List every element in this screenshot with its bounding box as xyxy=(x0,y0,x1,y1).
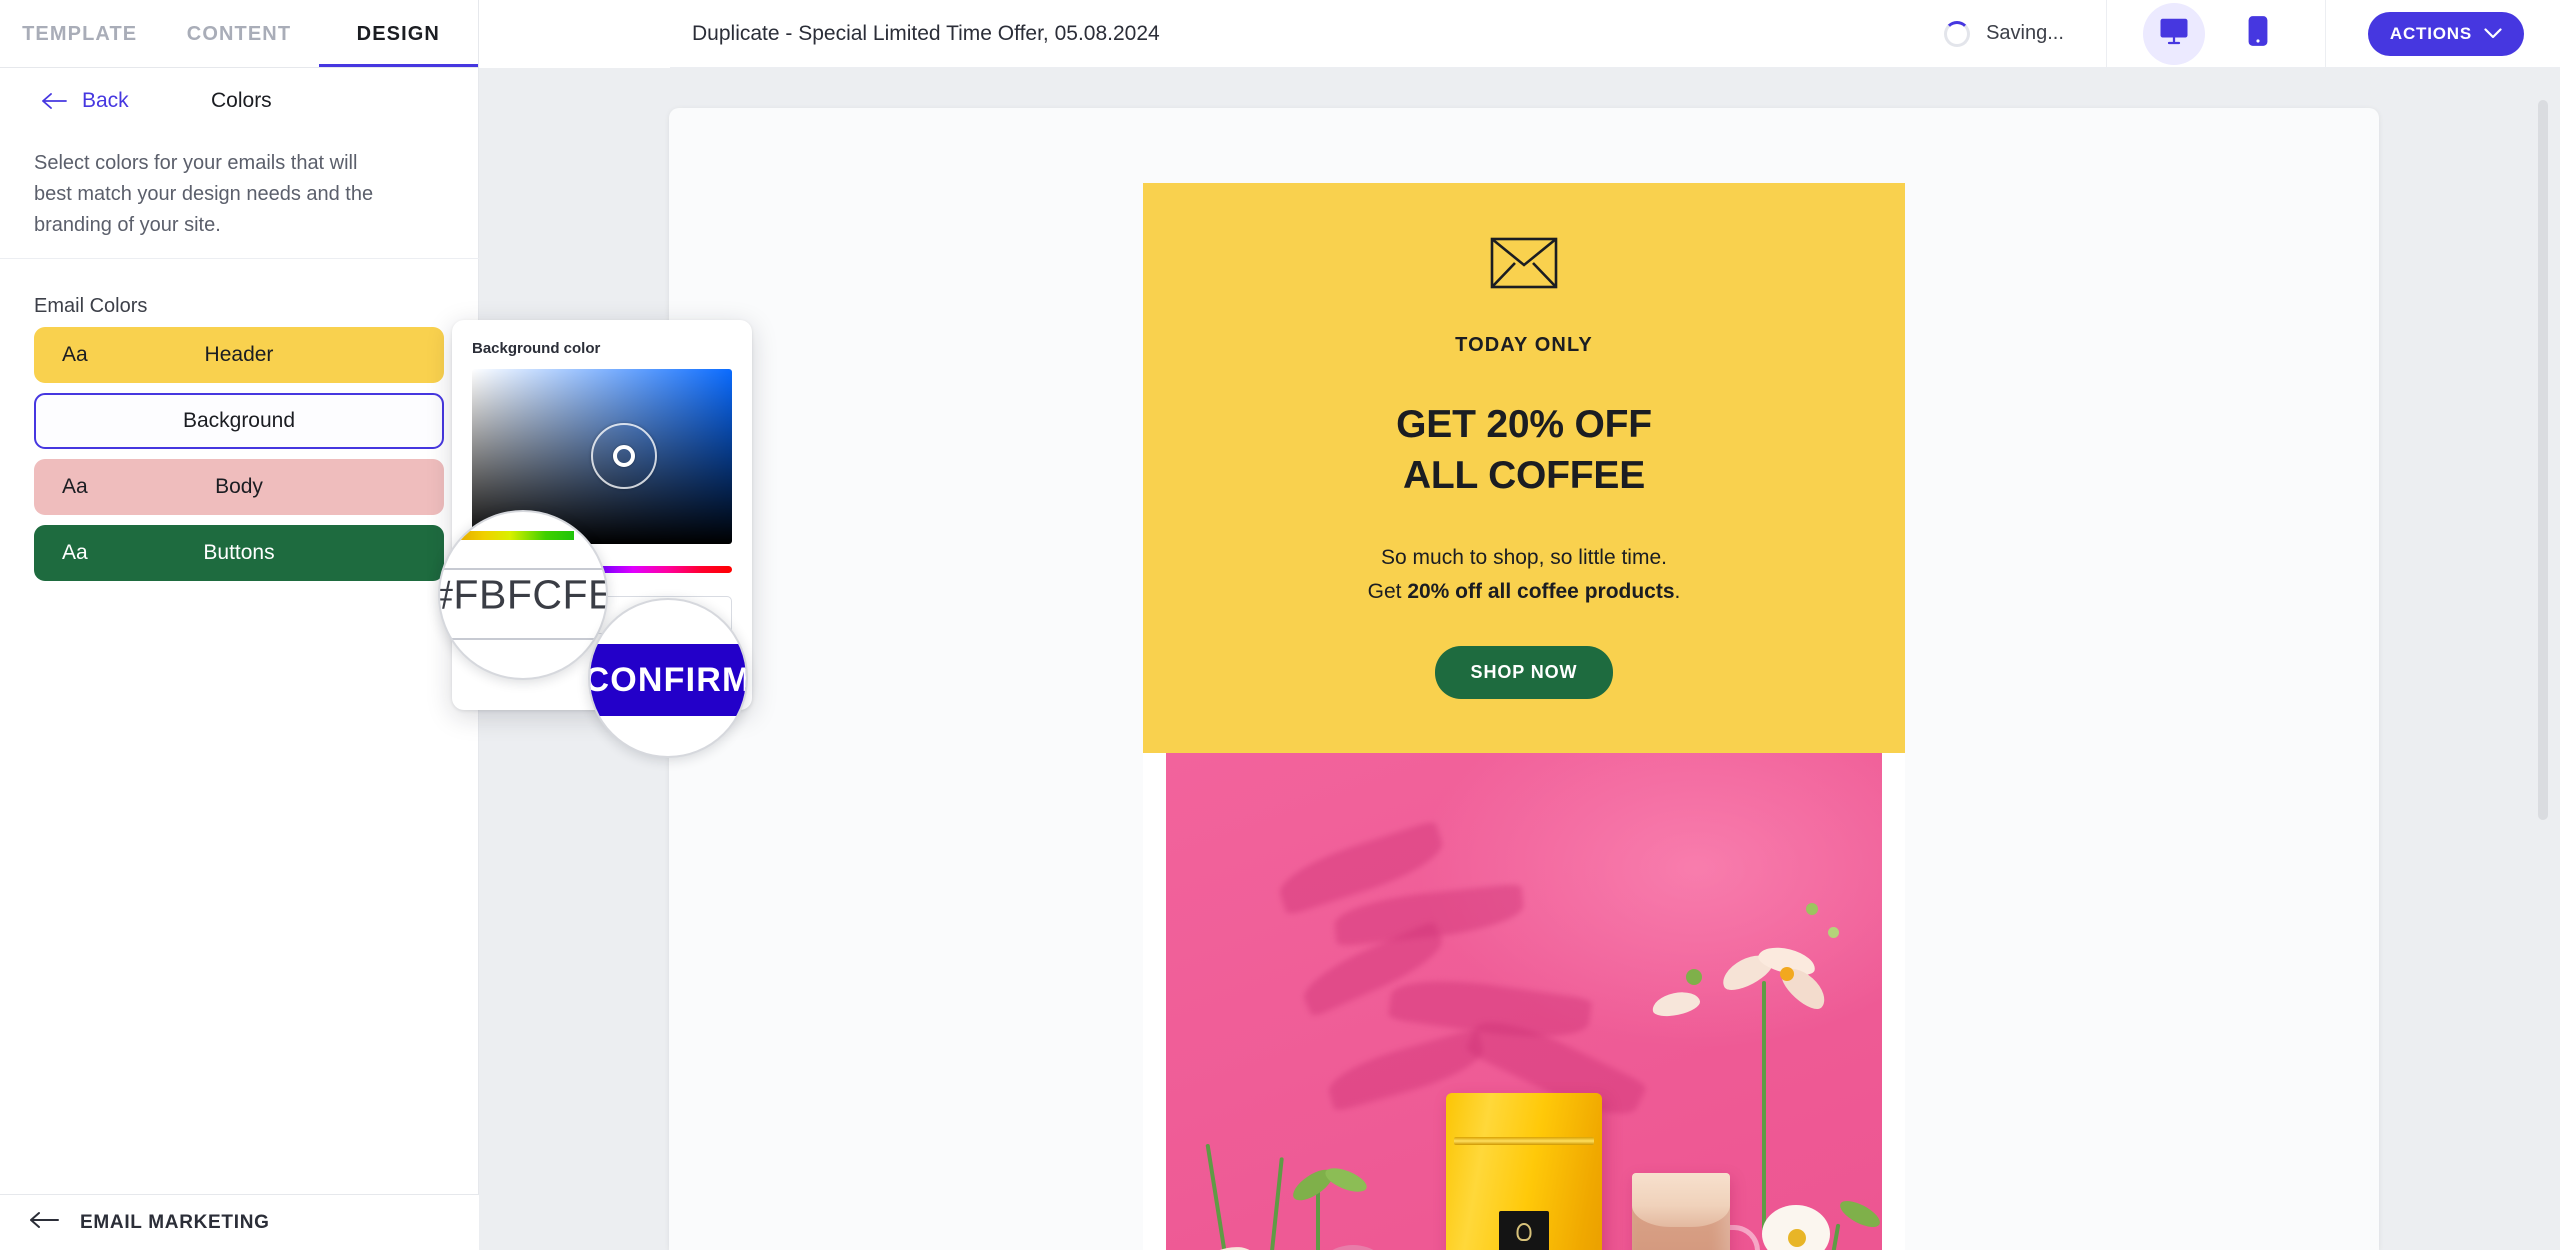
preview-canvas: TODAY ONLY GET 20% OFF ALL COFFEE So muc… xyxy=(479,68,2560,1250)
email-marketing-back-bar[interactable]: EMAIL MARKETING xyxy=(0,1194,479,1250)
email-campaign-title: Duplicate - Special Limited Time Offer, … xyxy=(692,21,1160,45)
color-picker-title: Background color xyxy=(472,340,601,357)
color-swatch-body[interactable]: Aa Body xyxy=(34,459,444,515)
panel-description: Select colors for your emails that will … xyxy=(34,152,374,236)
email-colors-label: Email Colors xyxy=(34,295,148,317)
coffee-pouch xyxy=(1446,1092,1602,1250)
email-kicker: TODAY ONLY xyxy=(1455,334,1593,356)
editor-topbar: Duplicate - Special Limited Time Offer, … xyxy=(670,0,2560,68)
magnified-input-top-border xyxy=(440,568,606,570)
latte-glass xyxy=(1632,1172,1730,1250)
swatch-aa-sample: Aa xyxy=(62,541,88,564)
swatch-label-header: Header xyxy=(204,343,274,366)
email-marketing-label: EMAIL MARKETING xyxy=(80,1211,270,1233)
subtext-prefix: Get xyxy=(1367,579,1408,603)
swatch-label-background: Background xyxy=(182,409,296,432)
color-swatch-header[interactable]: Aa Header xyxy=(34,327,444,383)
arrow-left-icon xyxy=(30,1211,60,1234)
mobile-icon xyxy=(2248,16,2268,51)
pouch-brand-label xyxy=(1499,1210,1549,1250)
subtext-suffix: . xyxy=(1674,579,1681,603)
tab-content-label: CONTENT xyxy=(186,22,292,45)
email-product-photo xyxy=(1166,752,1882,1250)
preview-sheet: TODAY ONLY GET 20% OFF ALL COFFEE So muc… xyxy=(669,108,2379,1250)
swatch-label-buttons: Buttons xyxy=(203,541,275,564)
color-swatch-background[interactable]: Background xyxy=(34,393,444,449)
envelope-icon xyxy=(1490,237,1558,294)
magnified-hue-fragment xyxy=(446,531,574,540)
desktop-view-button[interactable] xyxy=(2142,2,2205,65)
saving-status-group: Saving... xyxy=(1922,0,2106,68)
magnifier-confirm-button: CONFIRM xyxy=(588,598,748,758)
subtext-bold: 20% off all coffee products xyxy=(1407,579,1675,603)
canvas-scrollbar-track[interactable] xyxy=(2538,78,2554,1240)
swatch-label-body: Body xyxy=(215,475,263,498)
email-editor-app: TEMPLATE CONTENT DESIGN Back Colors Sele… xyxy=(0,0,2560,1250)
panel-title: Colors xyxy=(211,89,272,112)
device-preview-toggle-group xyxy=(2105,0,2326,68)
saturation-selector-handle[interactable] xyxy=(591,423,657,489)
actions-label: ACTIONS xyxy=(2389,23,2472,43)
design-sidebar: TEMPLATE CONTENT DESIGN Back Colors Sele… xyxy=(0,0,479,1250)
canvas-scrollbar-thumb[interactable] xyxy=(2538,100,2548,820)
email-colors-list: Aa Header Background Aa Body Aa Buttons xyxy=(34,327,444,591)
email-preview: TODAY ONLY GET 20% OFF ALL COFFEE So muc… xyxy=(1143,183,1905,1250)
email-hero-section: TODAY ONLY GET 20% OFF ALL COFFEE So muc… xyxy=(1143,183,1905,753)
magnified-input-bottom-border xyxy=(440,638,606,640)
panel-subheader: Back Colors xyxy=(0,68,478,134)
magnified-hex-text: #FBFCFE xyxy=(438,571,608,618)
sidebar-tabbar: TEMPLATE CONTENT DESIGN xyxy=(0,0,479,68)
tab-template-label: TEMPLATE xyxy=(22,22,138,45)
tab-content[interactable]: CONTENT xyxy=(159,0,318,68)
tab-template[interactable]: TEMPLATE xyxy=(0,0,159,68)
glass-handle xyxy=(1726,1224,1760,1250)
magnified-confirm-text: CONFIRM xyxy=(588,660,748,699)
email-headline-line2: ALL COFFEE xyxy=(1402,454,1646,498)
tab-design[interactable]: DESIGN xyxy=(318,0,479,68)
color-swatch-buttons[interactable]: Aa Buttons xyxy=(34,525,444,581)
arrow-left-icon xyxy=(42,92,68,110)
mobile-view-button[interactable] xyxy=(2227,3,2289,65)
magnified-confirm-shape: CONFIRM xyxy=(588,644,748,716)
saving-status-text: Saving... xyxy=(1986,22,2064,44)
section-divider xyxy=(0,258,479,259)
swatch-aa-sample: Aa xyxy=(62,475,88,498)
shop-now-button[interactable]: SHOP NOW xyxy=(1434,645,1614,699)
back-label: Back xyxy=(82,89,129,112)
loading-spinner-icon xyxy=(1944,20,1971,47)
topbar-right-group: Saving... ACTIONS xyxy=(1922,0,2560,68)
actions-group: ACTIONS xyxy=(2326,11,2560,56)
latte-foam xyxy=(1632,1172,1730,1227)
desktop-icon xyxy=(2159,17,2189,50)
email-subtext-line2: Get 20% off all coffee products. xyxy=(1191,580,1857,604)
email-subtext-line1: So much to shop, so little time. xyxy=(1381,545,1667,569)
chevron-down-icon xyxy=(2484,24,2502,44)
email-headline-line1: GET 20% OFF xyxy=(1396,403,1652,446)
magnifier-hex-value: #FBFCFE xyxy=(438,510,608,680)
swatch-aa-sample: Aa xyxy=(62,343,88,366)
pouch-zipper xyxy=(1454,1136,1594,1145)
back-button[interactable]: Back xyxy=(42,89,129,113)
tab-design-label: DESIGN xyxy=(356,22,440,45)
actions-button[interactable]: ACTIONS xyxy=(2367,11,2524,56)
